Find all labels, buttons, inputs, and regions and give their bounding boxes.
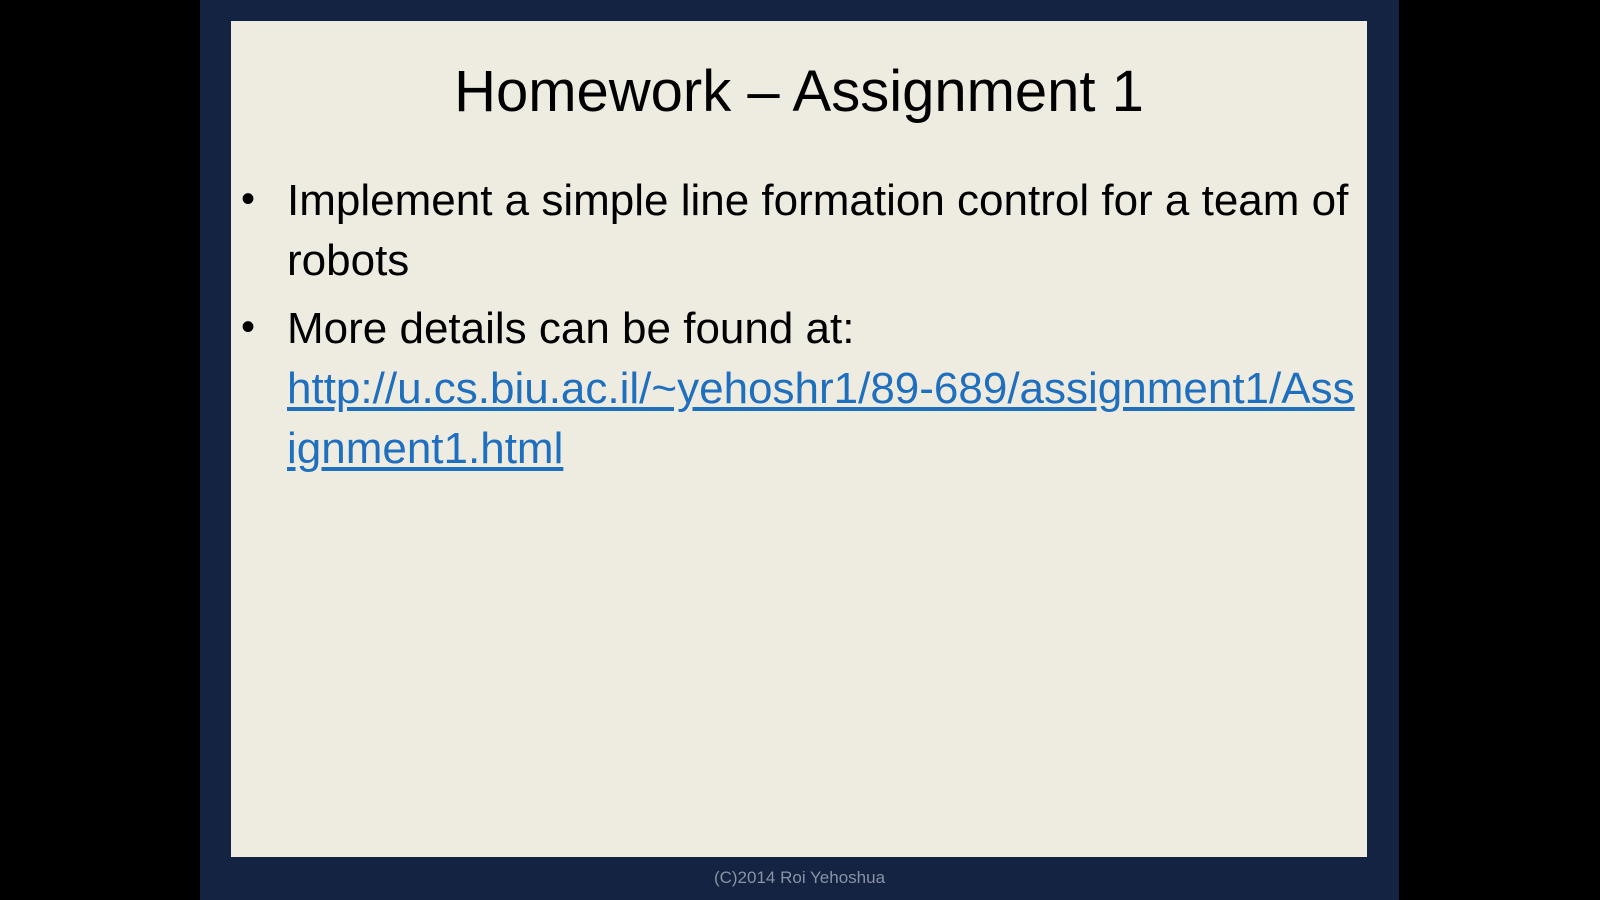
slide-footer: (C)2014 Roi Yehoshua — [713, 868, 886, 887]
assignment-link[interactable]: http://u.cs.biu.ac.il/~yehoshr1/89-689/a… — [287, 359, 1359, 479]
slide-title: Homework – Assignment 1 — [454, 59, 1144, 124]
bullet-icon: • — [241, 177, 256, 221]
bullet-list: • Implement a simple line formation cont… — [239, 171, 1359, 487]
bullet-item: • More details can be found at: http://u… — [239, 299, 1359, 479]
bullet-text: Implement a simple line formation contro… — [287, 176, 1349, 285]
slide: Homework – Assignment 1 • Implement a si… — [200, 0, 1399, 900]
bullet-item: • Implement a simple line formation cont… — [239, 171, 1359, 291]
bullet-text: More details can be found at: — [287, 304, 855, 353]
slide-body: Homework – Assignment 1 • Implement a si… — [231, 21, 1367, 857]
bullet-icon: • — [241, 305, 256, 349]
presentation-viewer: Homework – Assignment 1 • Implement a si… — [0, 0, 1600, 900]
